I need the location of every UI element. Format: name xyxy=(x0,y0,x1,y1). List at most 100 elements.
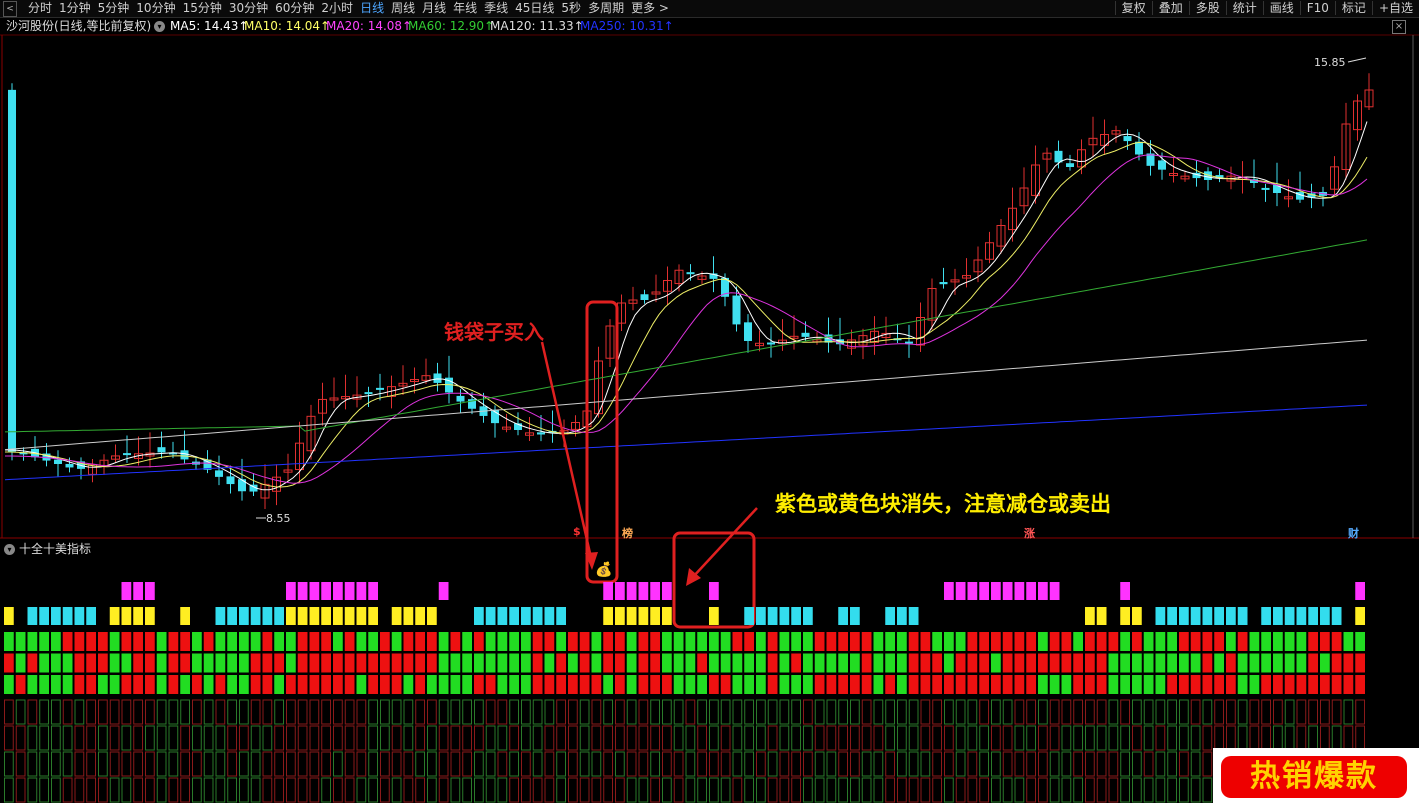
ind-outline-70-1 xyxy=(826,725,837,751)
ind-block-39-0 xyxy=(462,632,472,651)
ind-block-110-0 xyxy=(1296,632,1307,651)
ind-outline-6-2 xyxy=(74,751,85,777)
ind-outline-3-3 xyxy=(39,777,49,803)
ind-block-107-1 xyxy=(1261,653,1271,673)
ind-outline-66-0 xyxy=(779,699,790,725)
ind-block-108-0 xyxy=(1273,632,1283,651)
ind-outline-104-1 xyxy=(1226,725,1236,751)
ind-block-65-0 xyxy=(767,632,778,651)
ind-outline-89-0 xyxy=(1049,699,1060,725)
ind-outline-16-2 xyxy=(192,751,202,777)
ind-outline-9-3 xyxy=(109,777,120,803)
ind-outline-24-2 xyxy=(286,751,296,777)
ind-outline-57-0 xyxy=(673,699,684,725)
ind-block-90-0 xyxy=(1061,632,1072,651)
ind-outline-60-3 xyxy=(709,777,719,803)
ind-block-11-1 xyxy=(133,653,143,673)
ind-outline-108-0 xyxy=(1273,699,1283,725)
ind-outline-77-0 xyxy=(908,699,919,725)
ind-yellow-54 xyxy=(638,607,649,625)
ind-block-20-2 xyxy=(239,675,249,694)
ind-block-93-2 xyxy=(1096,675,1107,694)
ind-yellow-92 xyxy=(1085,607,1095,625)
ind-outline-3-2 xyxy=(39,751,49,777)
ind-block-80-0 xyxy=(944,632,954,651)
ind-outline-68-3 xyxy=(803,777,813,803)
ind-block-49-1 xyxy=(579,653,590,673)
ind-block-97-1 xyxy=(1143,653,1154,673)
ind-outline-33-1 xyxy=(391,725,402,751)
ind-block-72-0 xyxy=(850,632,860,651)
ind-block-111-2 xyxy=(1308,675,1318,694)
ind-block-98-2 xyxy=(1155,675,1166,694)
ind-block-105-0 xyxy=(1237,632,1248,651)
ind-outline-18-2 xyxy=(215,751,226,777)
ind-block-68-2 xyxy=(803,675,813,694)
marker-zhang: 涨 xyxy=(1024,527,1035,540)
ind-block-0-1 xyxy=(4,653,14,673)
ind-block-86-0 xyxy=(1014,632,1025,651)
ind-outline-91-1 xyxy=(1073,725,1083,751)
ind-outline-40-0 xyxy=(474,699,484,725)
ind-yellow-0 xyxy=(4,607,14,625)
ind-outline-47-0 xyxy=(556,699,566,725)
ind-block-62-1 xyxy=(732,653,743,673)
ind-outline-38-3 xyxy=(450,777,461,803)
ind-outline-30-0 xyxy=(356,699,367,725)
ind-outline-31-2 xyxy=(368,751,378,777)
ind-block-82-2 xyxy=(967,675,978,694)
ind-outline-9-2 xyxy=(109,751,120,777)
ind-outline-34-1 xyxy=(403,725,414,751)
ind-outline-17-2 xyxy=(203,751,214,777)
ind-outline-7-0 xyxy=(86,699,96,725)
ind-magenta-26 xyxy=(309,582,320,600)
ind-block-115-0 xyxy=(1355,632,1365,651)
ma10-line xyxy=(5,141,1368,488)
ind-block-92-2 xyxy=(1085,675,1095,694)
ind-outline-99-2 xyxy=(1167,751,1177,777)
ind-outline-52-0 xyxy=(615,699,625,725)
ind-outline-37-0 xyxy=(438,699,449,725)
ind-outline-36-1 xyxy=(427,725,437,751)
ind-outline-107-1 xyxy=(1261,725,1271,751)
ind-outline-35-2 xyxy=(415,751,425,777)
ind-block-37-1 xyxy=(438,653,449,673)
ind-outline-76-1 xyxy=(897,725,907,751)
ind-block-79-1 xyxy=(932,653,942,673)
ind-block-1-1 xyxy=(15,653,26,673)
ind-outline-70-3 xyxy=(826,777,837,803)
ind-block-6-1 xyxy=(74,653,85,673)
ind-block-5-1 xyxy=(62,653,73,673)
ind-block-12-2 xyxy=(145,675,155,694)
ind-outline-39-1 xyxy=(462,725,472,751)
ind-block-104-0 xyxy=(1226,632,1236,651)
ind-block-42-1 xyxy=(497,653,508,673)
ind-outline-87-0 xyxy=(1026,699,1036,725)
ind-outline-75-1 xyxy=(885,725,895,751)
ind-cyan-19 xyxy=(227,607,237,625)
ind-cyan-109 xyxy=(1284,607,1295,625)
ind-outline-49-3 xyxy=(579,777,590,803)
ind-block-84-1 xyxy=(991,653,1001,673)
indicator-dropdown-icon[interactable]: ▾ xyxy=(4,544,15,555)
ind-cyan-75 xyxy=(885,607,895,625)
ind-magenta-30 xyxy=(356,582,367,600)
ind-outline-81-2 xyxy=(955,751,966,777)
ind-cyan-111 xyxy=(1308,607,1318,625)
ind-outline-92-1 xyxy=(1085,725,1095,751)
ind-block-87-0 xyxy=(1026,632,1036,651)
ind-outline-19-3 xyxy=(227,777,237,803)
ind-outline-1-2 xyxy=(15,751,26,777)
candle-body-64 xyxy=(744,322,752,341)
ind-outline-88-3 xyxy=(1038,777,1048,803)
ind-outline-44-3 xyxy=(521,777,531,803)
candle-body-63 xyxy=(732,295,741,325)
ind-outline-112-0 xyxy=(1320,699,1330,725)
ind-block-47-0 xyxy=(556,632,566,651)
ind-outline-71-3 xyxy=(838,777,848,803)
ind-outline-43-1 xyxy=(509,725,519,751)
ind-outline-59-3 xyxy=(697,777,707,803)
ind-yellow-55 xyxy=(650,607,660,625)
ind-cyan-43 xyxy=(509,607,519,625)
ind-outline-61-2 xyxy=(720,751,731,777)
